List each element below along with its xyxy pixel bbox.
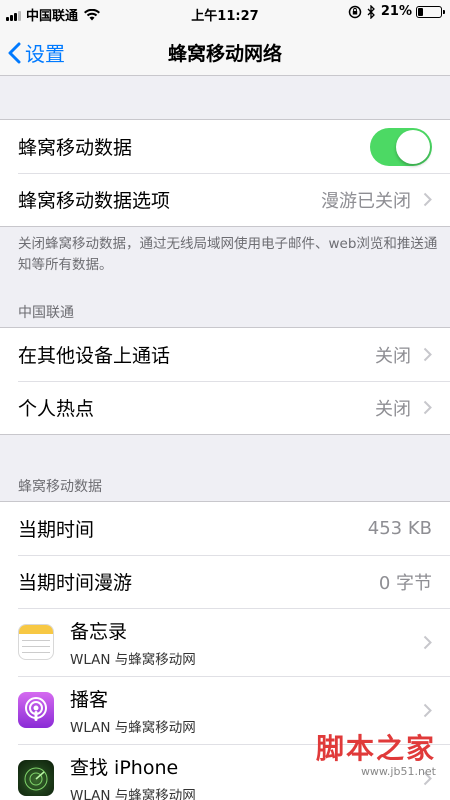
current-period-label: 当期时间 [18, 519, 95, 541]
personal-hotspot-value: 关闭 [375, 398, 411, 420]
page-title: 蜂窝移动网络 [167, 43, 282, 65]
battery-icon [416, 5, 445, 18]
current-period-value: 453 KB [367, 518, 432, 539]
current-period-roaming-row: 当期时间漫游 0 字节 [0, 555, 450, 608]
carrier-group: 在其他设备上通话 关闭 个人热点 关闭 [0, 327, 450, 435]
app-network-mode: WLAN 与蜂窝移动网 [70, 651, 196, 668]
notes-icon [18, 624, 54, 660]
app-text: 备忘录 WLAN 与蜂窝移动网 [70, 617, 423, 668]
chevron-right-icon [423, 192, 432, 207]
current-period-roaming-label: 当期时间漫游 [18, 572, 133, 594]
cellular-data-options-row[interactable]: 蜂窝移动数据选项 漫游已关闭 [0, 173, 450, 226]
cellular-data-row: 蜂窝移动数据 [0, 120, 450, 173]
cellular-data-group: 蜂窝移动数据 蜂窝移动数据选项 漫游已关闭 [0, 119, 450, 227]
cellular-data-footer-note: 关闭蜂窝移动数据，通过无线局域网使用电子邮件、web浏览和推送通知等所有数据。 [18, 236, 438, 273]
chevron-right-icon [423, 635, 432, 649]
calls-on-other-devices-value: 关闭 [375, 345, 411, 367]
app-row-notes[interactable]: 备忘录 WLAN 与蜂窝移动网 [0, 608, 450, 676]
cellular-data-toggle[interactable] [370, 127, 432, 166]
chevron-right-icon [423, 347, 432, 362]
navigation-bar: 设置 蜂窝移动网络 [0, 26, 450, 76]
app-network-mode: WLAN 与蜂窝移动网 [70, 787, 196, 800]
cellular-data-options-label: 蜂窝移动数据选项 [18, 190, 171, 212]
cellular-data-label: 蜂窝移动数据 [18, 137, 133, 159]
app-name: 播客 [70, 688, 109, 711]
status-right: 21% [348, 4, 445, 19]
chevron-right-icon [423, 703, 432, 717]
app-name: 备忘录 [70, 620, 128, 643]
bluetooth-icon [367, 4, 375, 19]
battery-fill [418, 7, 423, 16]
calls-on-other-devices-label: 在其他设备上通话 [18, 345, 171, 367]
current-period-roaming-value: 0 字节 [378, 572, 432, 594]
calls-on-other-devices-row[interactable]: 在其他设备上通话 关闭 [0, 328, 450, 381]
toggle-knob [396, 129, 430, 164]
carrier-section-header: 中国联通 [18, 305, 74, 321]
watermark-logo-text: 脚本之家 [315, 732, 436, 765]
battery-percent: 21% [380, 4, 412, 19]
status-bar: 中国联通 上午11:27 21% [0, 0, 450, 26]
find-iphone-icon [18, 760, 54, 796]
watermark: 脚本之家 www.jb51.net [316, 727, 436, 778]
podcasts-icon [18, 692, 54, 728]
personal-hotspot-row[interactable]: 个人热点 关闭 [0, 381, 450, 434]
chevron-right-icon [423, 400, 432, 415]
current-period-row: 当期时间 453 KB [0, 502, 450, 555]
usage-section-header: 蜂窝移动数据 [18, 479, 102, 495]
orientation-lock-icon [348, 5, 362, 18]
cellular-data-options-value: 漫游已关闭 [321, 190, 411, 212]
personal-hotspot-label: 个人热点 [18, 398, 95, 420]
